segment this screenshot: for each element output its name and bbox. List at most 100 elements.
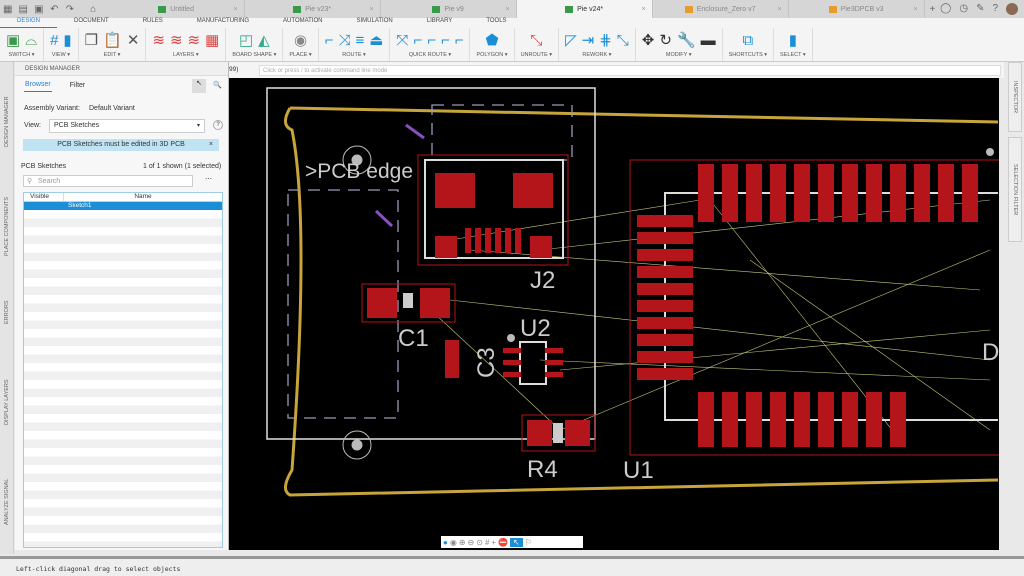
undo-icon[interactable]: ↶	[47, 4, 63, 15]
col-visible[interactable]: Visible	[24, 193, 64, 201]
info-icon[interactable]: ●	[443, 538, 448, 547]
tool-icon[interactable]: ≋	[152, 31, 165, 49]
home-icon[interactable]: ⌂	[78, 4, 109, 15]
tool-icon[interactable]: ◰	[239, 31, 253, 49]
tool-icon[interactable]: ⬟	[486, 31, 499, 49]
tool-icon[interactable]: ⌓	[25, 32, 37, 49]
grid-icon[interactable]: #	[485, 538, 489, 547]
menu-library[interactable]: LIBRARY	[410, 18, 470, 28]
zoom-fit-icon[interactable]: ⊙	[476, 538, 483, 547]
tool-icon[interactable]: ▬	[701, 32, 716, 49]
table-row[interactable]: Sketch1	[24, 202, 222, 210]
tool-icon[interactable]: ↻	[659, 31, 672, 49]
view-select[interactable]: PCB Sketches ▾	[49, 119, 205, 133]
tool-icon[interactable]: ✕	[127, 31, 140, 49]
toolbar-group-label[interactable]: BOARD SHAPE ▾	[232, 52, 276, 58]
close-tab-icon[interactable]: ×	[506, 6, 510, 13]
tool-icon[interactable]: ⤨	[338, 32, 350, 49]
document-tab[interactable]: Pie v9 ×	[381, 0, 517, 18]
pcb-canvas[interactable]: >PCB edge J2 C1 U2 C3 R4 U1 D	[229, 78, 1001, 550]
tool-icon[interactable]: ◸	[565, 31, 577, 49]
redo-icon[interactable]: ↷	[62, 4, 78, 15]
toolbar-group-label[interactable]: SHORTCUTS ▾	[729, 52, 767, 58]
file-menu-icon[interactable]: ▤	[16, 4, 32, 15]
menu-automation[interactable]: AUTOMATION	[266, 18, 339, 28]
document-tab[interactable]: Pie v23* ×	[245, 0, 381, 18]
tool-icon[interactable]: ⏏	[369, 31, 383, 49]
search-input[interactable]: ⚲ Search	[23, 175, 193, 187]
tool-icon[interactable]: ⌐	[325, 32, 334, 49]
tab-errors[interactable]: ERRORS	[0, 292, 14, 332]
apps-icon[interactable]: ▦	[0, 4, 16, 15]
document-tab[interactable]: Untitled ×	[109, 0, 245, 18]
menu-design[interactable]: DESIGN	[0, 18, 58, 28]
tab-filter[interactable]: Filter	[70, 82, 86, 89]
toolbar-group-label[interactable]: SELECT ▾	[780, 52, 806, 58]
tool-icon[interactable]: ⌐	[455, 32, 464, 49]
tool-icon[interactable]: ▣	[6, 31, 20, 49]
document-tab[interactable]: Enclosure_Zero v7 ×	[653, 0, 789, 18]
tab-design-manager[interactable]: DESIGN MANAGER	[0, 62, 14, 182]
tab-analyze-signal[interactable]: ANALYZE SIGNAL	[0, 462, 14, 542]
tool-icon[interactable]: ⌐	[441, 32, 450, 49]
toolbar-group-label[interactable]: VIEW ▾	[52, 52, 70, 58]
tool-icon[interactable]: ▦	[205, 31, 219, 49]
select-icon[interactable]: ↖	[510, 537, 523, 547]
save-icon[interactable]: ▣	[31, 4, 47, 15]
menu-document[interactable]: DOCUMENT	[57, 18, 126, 28]
stop-icon[interactable]: ⛔	[498, 538, 508, 547]
eye-icon[interactable]: ◉	[450, 538, 457, 547]
tool-icon[interactable]: ◉	[294, 31, 307, 49]
close-tab-icon[interactable]: ×	[234, 6, 238, 13]
toolbar-group-label[interactable]: EDIT ▾	[104, 52, 121, 58]
more-options-icon[interactable]: ⋯	[205, 175, 212, 183]
command-input[interactable]: Click or press / to activate command lin…	[259, 65, 1001, 76]
menu-tools[interactable]: TOOLS	[469, 18, 523, 28]
document-tab[interactable]: Pie3DPCB v3 ×	[789, 0, 925, 18]
tool-icon[interactable]: ⤧	[396, 32, 408, 49]
toolbar-group-label[interactable]: ROUTE ▾	[342, 52, 366, 58]
tab-selection-filter[interactable]: SELECTION FILTER	[1008, 137, 1022, 242]
avatar[interactable]	[1006, 3, 1019, 15]
clock-icon[interactable]: ◷	[959, 3, 968, 15]
toolbar-group-label[interactable]: QUICK ROUTE ▾	[409, 52, 452, 58]
toolbar-group-label[interactable]: SWITCH ▾	[9, 52, 35, 58]
tool-icon[interactable]: ≋	[188, 31, 201, 49]
toolbar-group-label[interactable]: MODIFY ▾	[666, 52, 692, 58]
tab-inspector[interactable]: INSPECTOR	[1008, 62, 1022, 132]
toolbar-group-label[interactable]: PLACE ▾	[289, 52, 311, 58]
help-icon[interactable]: ?	[992, 3, 998, 15]
flag-icon[interactable]: ⚐	[525, 538, 532, 547]
tab-place-components[interactable]: PLACE COMPONENTS	[0, 187, 14, 267]
crosshair-icon[interactable]: +	[491, 538, 496, 547]
job-status-icon[interactable]: ◯	[940, 3, 951, 15]
select-tool-icon[interactable]: ↖	[192, 79, 206, 93]
tool-icon[interactable]: ◭	[258, 31, 270, 49]
tool-icon[interactable]: ⇥	[582, 31, 595, 49]
tab-display-layers[interactable]: DISPLAY LAYERS	[0, 362, 14, 442]
zoom-out-icon[interactable]: ⊖	[468, 538, 475, 547]
menu-rules[interactable]: RULES	[126, 18, 180, 28]
tool-icon[interactable]: ⧉	[742, 32, 753, 49]
zoom-icon[interactable]: 🔍	[213, 81, 222, 89]
tool-icon[interactable]: 📋	[103, 31, 122, 49]
tool-icon[interactable]: ❐	[85, 31, 98, 49]
close-tab-icon[interactable]: ×	[370, 6, 374, 13]
tool-icon[interactable]: ⤡	[530, 32, 542, 49]
tool-icon[interactable]: 🔧	[677, 31, 696, 49]
toolbar-group-label[interactable]: REWORK ▾	[582, 52, 611, 58]
tool-icon[interactable]: ▮	[789, 31, 797, 49]
document-tab[interactable]: Pie v24* ×	[516, 0, 653, 18]
menu-simulation[interactable]: SIMULATION	[340, 18, 410, 28]
tool-icon[interactable]: ⤡	[617, 32, 629, 49]
close-tab-icon[interactable]: ×	[642, 6, 646, 13]
tool-icon[interactable]: ⌐	[413, 32, 422, 49]
help-icon[interactable]: ?	[213, 120, 223, 130]
col-name[interactable]: Name	[64, 193, 222, 201]
tool-icon[interactable]: ▮	[63, 31, 71, 49]
tab-browser[interactable]: Browser	[24, 78, 52, 92]
tool-icon[interactable]: ≋	[170, 31, 183, 49]
close-tab-icon[interactable]: ×	[914, 6, 918, 13]
close-icon[interactable]: ×	[209, 139, 213, 151]
tool-icon[interactable]: #	[50, 32, 58, 49]
